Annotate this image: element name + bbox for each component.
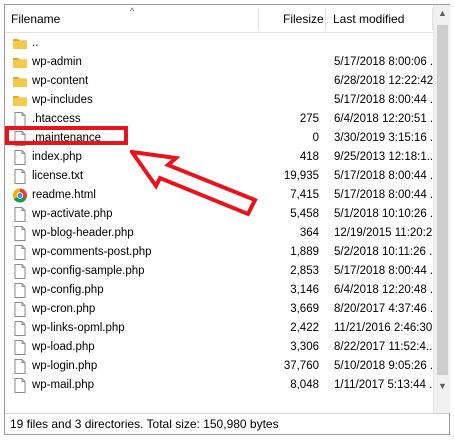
file-icon — [12, 169, 28, 184]
last-modified-column-header[interactable]: Last modified — [333, 5, 404, 33]
file-icon — [12, 302, 28, 317]
file-size: 8,048 — [290, 379, 319, 391]
column-header-bar: Filename ^ Filesize Last modified — [5, 5, 433, 33]
file-size: 418 — [299, 151, 319, 163]
vertical-scrollbar[interactable]: ▲ ▼ — [433, 5, 450, 413]
file-name: wp-admin — [32, 56, 82, 68]
file-row[interactable]: wp-load.php 3,306 8/22/2017 11:52:4... — [5, 338, 433, 357]
file-row[interactable]: .. — [5, 34, 433, 53]
file-size: 19,935 — [283, 170, 319, 182]
file-icon — [12, 150, 28, 165]
file-size: 275 — [299, 113, 319, 125]
file-last-modified: 5/17/2018 8:00:44 ... — [334, 94, 433, 106]
file-size: 37,760 — [283, 360, 319, 372]
file-name: wp-blog-header.php — [32, 227, 134, 239]
file-size: 364 — [299, 227, 319, 239]
file-name: wp-includes — [32, 94, 93, 106]
file-size: 3,146 — [290, 284, 319, 296]
file-row[interactable]: wp-content 6/28/2018 12:22:42... — [5, 72, 433, 91]
file-row[interactable]: wp-comments-post.php 1,889 5/2/2018 10:11:… — [5, 243, 433, 262]
folder-icon — [12, 36, 28, 51]
file-last-modified: 9/25/2013 12:18:1... — [334, 151, 433, 163]
column-divider[interactable] — [258, 8, 259, 30]
file-icon — [12, 378, 28, 393]
file-last-modified: 5/2/2018 10:11:26 ... — [334, 246, 433, 258]
file-name: wp-config-sample.php — [32, 265, 145, 277]
file-icon — [12, 359, 28, 374]
file-last-modified: 6/4/2018 12:20:51 ... — [334, 113, 433, 125]
scroll-up-icon[interactable]: ▲ — [434, 5, 451, 22]
file-row[interactable]: wp-cron.php 3,669 8/20/2017 4:37:46 ... — [5, 300, 433, 319]
file-last-modified: 5/10/2018 9:05:26 ... — [334, 360, 433, 372]
file-name: license.txt — [32, 170, 84, 182]
file-last-modified: 3/30/2019 3:15:16 ... — [334, 132, 433, 144]
folder-icon — [12, 93, 28, 108]
sort-ascending-icon: ^ — [130, 6, 135, 16]
file-last-modified: 6/4/2018 12:20:48 ... — [334, 284, 433, 296]
file-row[interactable]: wp-includes 5/17/2018 8:00:44 ... — [5, 91, 433, 110]
file-name: wp-config.php — [32, 284, 104, 296]
file-size: 0 — [312, 132, 319, 144]
file-size: 1,889 — [290, 246, 319, 258]
file-icon — [12, 283, 28, 298]
file-row[interactable]: wp-login.php 37,760 5/10/2018 9:05:26 ... — [5, 357, 433, 376]
file-size: 3,306 — [290, 341, 319, 353]
file-last-modified: 5/17/2018 8:00:44 ... — [334, 265, 433, 277]
file-name: wp-activate.php — [32, 208, 113, 220]
file-row[interactable]: wp-config-sample.php 2,853 5/17/2018 8:00:… — [5, 262, 433, 281]
file-size: 5,458 — [290, 208, 319, 220]
file-icon — [12, 340, 28, 355]
file-last-modified: 11/21/2016 2:46:30... — [334, 322, 433, 334]
file-last-modified: 5/17/2018 8:00:44 ... — [334, 189, 433, 201]
file-name: wp-content — [32, 75, 89, 87]
file-name: wp-load.php — [32, 341, 95, 353]
highlight-annotation-box — [5, 126, 128, 145]
filename-column-header[interactable]: Filename — [11, 5, 60, 33]
file-size: 2,853 — [290, 265, 319, 277]
file-size: 2,422 — [290, 322, 319, 334]
file-last-modified: 1/11/2017 5:13:44 ... — [334, 379, 433, 391]
file-name: .. — [32, 37, 39, 49]
file-name: wp-login.php — [32, 360, 98, 372]
file-name: wp-cron.php — [32, 303, 96, 315]
file-row[interactable]: wp-blog-header.php 364 12/19/2015 11:20:2.… — [5, 224, 433, 243]
file-row[interactable]: wp-mail.php 8,048 1/11/2017 5:13:44 ... — [5, 376, 433, 395]
file-name: wp-mail.php — [32, 379, 94, 391]
file-icon — [12, 245, 28, 260]
file-icon — [12, 264, 28, 279]
scrollbar-thumb[interactable] — [437, 25, 448, 375]
file-last-modified: 8/22/2017 11:52:4... — [334, 341, 433, 353]
file-icon — [12, 112, 28, 127]
file-icon — [12, 226, 28, 241]
file-last-modified: 5/1/2018 10:10:26 ... — [334, 208, 433, 220]
file-last-modified: 6/28/2018 12:22:42... — [334, 75, 433, 87]
file-name: index.php — [32, 151, 82, 163]
file-size: 7,415 — [290, 189, 319, 201]
file-row[interactable]: wp-links-opml.php 2,422 11/21/2016 2:46:30… — [5, 319, 433, 338]
chrome-icon — [12, 188, 28, 203]
file-last-modified: 12/19/2015 11:20:2... — [334, 227, 433, 239]
file-icon — [12, 321, 28, 336]
file-last-modified: 8/20/2017 4:37:46 ... — [334, 303, 433, 315]
file-last-modified: 5/17/2018 8:00:44 ... — [334, 170, 433, 182]
folder-icon — [12, 74, 28, 89]
file-icon — [12, 207, 28, 222]
file-name: wp-comments-post.php — [32, 246, 152, 258]
file-row[interactable]: wp-config.php 3,146 6/4/2018 12:20:48 ... — [5, 281, 433, 300]
file-rows: .. wp-admin 5/17/2018 8:00:06 ... wp-conten… — [5, 33, 433, 413]
file-size: 3,669 — [290, 303, 319, 315]
column-divider[interactable] — [325, 8, 326, 30]
file-name: wp-links-opml.php — [32, 322, 125, 334]
file-last-modified: 5/17/2018 8:00:06 ... — [334, 56, 433, 68]
folder-icon — [12, 55, 28, 70]
annotation-arrow-icon — [130, 150, 258, 217]
file-row[interactable]: wp-admin 5/17/2018 8:00:06 ... — [5, 53, 433, 72]
scroll-down-icon[interactable]: ▼ — [434, 378, 451, 395]
filesize-column-header[interactable]: Filesize — [283, 5, 324, 33]
status-bar: 19 files and 3 directories. Total size: … — [5, 413, 449, 434]
file-name: readme.html — [32, 189, 96, 201]
